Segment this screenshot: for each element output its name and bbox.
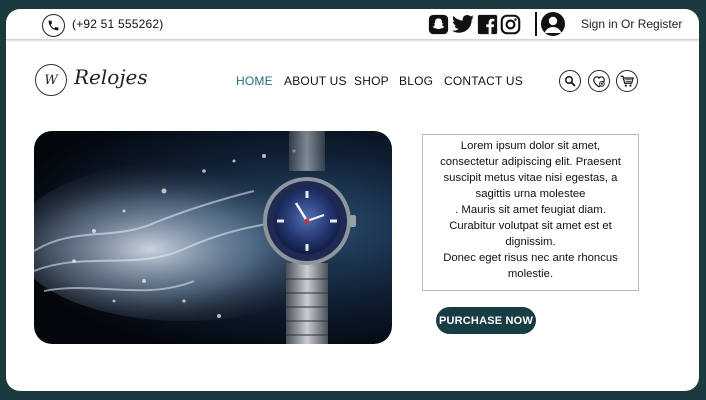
description-line: suscipit metus vitae nisi egestas, a (443, 172, 618, 184)
phone-number: (+92 51 555262) (72, 17, 164, 31)
nav-blog[interactable]: BLOG (399, 74, 433, 88)
twitter-icon[interactable] (451, 14, 475, 35)
search-icon[interactable] (559, 70, 581, 92)
description-line: Donec eget risus nec ante rhoncus (443, 252, 618, 264)
sign-in-link[interactable]: Sign in Or Register (581, 17, 682, 31)
facebook-icon[interactable] (477, 14, 498, 35)
hero-image (34, 131, 392, 344)
logo-icon[interactable]: W (35, 64, 67, 96)
description-line: molestie. (507, 268, 554, 280)
snapchat-icon[interactable] (428, 14, 449, 35)
brand-name[interactable]: Relojes (74, 65, 148, 89)
description-line: sagittis urna molestee (475, 188, 586, 200)
cart-icon[interactable] (616, 70, 638, 92)
page-frame: (+92 51 555262) Sign in Or Register W Re… (6, 9, 699, 391)
description-line: Lorem ipsum dolor sit amet, (460, 140, 601, 152)
top-bar: (+92 51 555262) Sign in Or Register (6, 9, 699, 40)
description-line: Curabitur volutpat sit amet est et (449, 220, 612, 232)
description-line: dignissim. (505, 236, 556, 248)
user-icon[interactable] (541, 12, 565, 36)
description-line: consectetur adipiscing elit. Praesent (440, 156, 621, 168)
phone-icon (42, 14, 65, 37)
instagram-icon[interactable] (500, 14, 521, 35)
divider (535, 12, 537, 36)
description-line: . Mauris sit amet feugiat diam. (455, 204, 606, 216)
nav-shop[interactable]: SHOP (354, 74, 389, 88)
purchase-now-button[interactable]: PURCHASE NOW (436, 307, 536, 334)
description-box: Lorem ipsum dolor sit amet, consectetur … (422, 134, 639, 291)
nav-about-us[interactable]: ABOUT US (284, 74, 347, 88)
nav-home[interactable]: HOME (236, 74, 273, 88)
wishlist-icon[interactable] (588, 70, 610, 92)
nav-contact-us[interactable]: CONTACT US (444, 74, 523, 88)
